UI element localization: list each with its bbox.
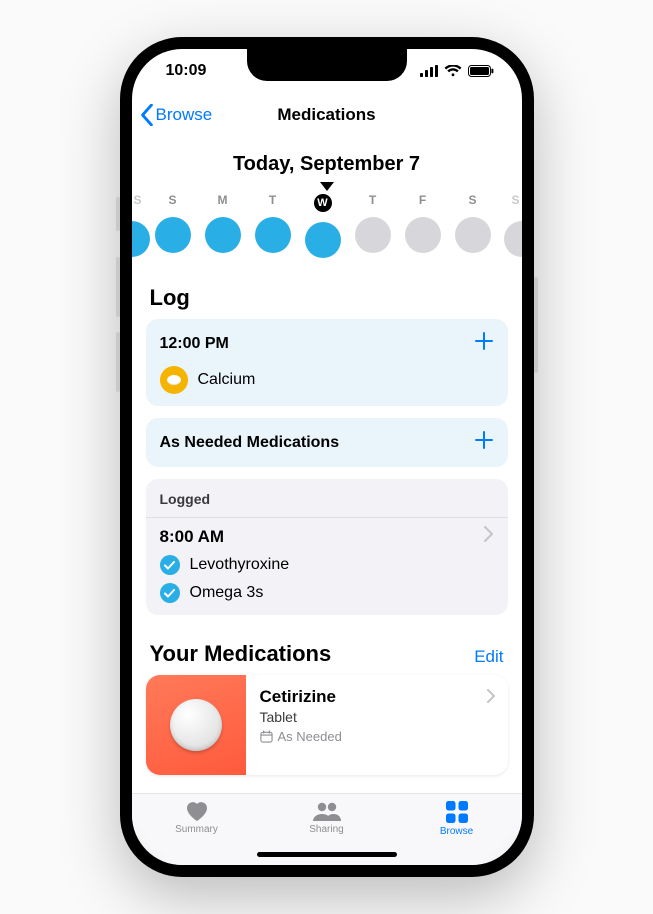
logged-card[interactable]: Logged 8:00 AM Levothyroxine [146,479,508,615]
logged-title: Logged [160,491,494,507]
day-tuesday[interactable]: T [250,193,296,253]
tab-browse[interactable]: Browse [412,800,502,837]
chevron-right-icon [484,526,494,547]
week-edge-left-label: S [134,193,142,207]
scheduled-item[interactable]: Calcium [160,366,494,394]
add-as-needed-button[interactable] [474,430,494,455]
heart-icon [184,800,210,822]
day-dot [455,217,491,253]
day-dot [405,217,441,253]
tab-sharing[interactable]: Sharing [282,800,372,835]
phone-frame: 10:09 Browse Medications Today, Septembe… [120,37,534,877]
logged-item-name: Omega 3s [190,584,264,602]
check-icon [160,555,180,575]
medication-frequency: As Needed [278,729,342,744]
plus-icon [474,331,494,351]
tab-label: Sharing [309,824,343,835]
check-icon [160,583,180,603]
logged-time: 8:00 AM [160,527,225,547]
scheduled-item-name: Calcium [198,371,256,389]
logged-item[interactable]: Levothyroxine [160,555,494,575]
medication-form: Tablet [260,709,498,725]
day-dot [205,217,241,253]
wifi-icon [444,65,462,77]
edit-button[interactable]: Edit [474,647,503,667]
notch [247,49,407,81]
volume-up-button [116,257,120,317]
day-monday[interactable]: M [200,193,246,253]
side-button [116,197,120,231]
people-icon [312,800,342,822]
status-icons [420,65,494,77]
week-edge-right-dot[interactable] [504,221,522,257]
nav-title: Medications [277,105,375,125]
day-sunday[interactable]: S [150,193,196,253]
status-time: 10:09 [166,62,207,80]
cellular-icon [420,65,438,77]
week-edge-left-dot[interactable] [132,221,150,257]
day-saturday[interactable]: S [450,193,496,253]
as-needed-card[interactable]: As Needed Medications [146,418,508,467]
day-label: S [150,193,196,207]
day-dot [255,217,291,253]
date-header: Today, September 7 [132,153,522,176]
week-scroller[interactable]: S S M T W [132,193,522,271]
grid-icon [445,800,469,824]
add-scheduled-button[interactable] [474,331,494,356]
content[interactable]: Today, September 7 S S M T [132,137,522,793]
chevron-left-icon [140,104,154,126]
day-label: S [450,193,496,207]
back-label: Browse [156,105,213,125]
medication-name: Cetirizine [260,687,498,707]
day-label: M [200,193,246,207]
screen: 10:09 Browse Medications Today, Septembe… [132,49,522,865]
week-edge-right-label: S [511,193,519,207]
divider [146,517,508,518]
home-indicator[interactable] [257,852,397,857]
logged-item[interactable]: Omega 3s [160,583,494,603]
power-button [534,277,538,373]
log-title: Log [132,271,522,319]
scheduled-time: 12:00 PM [160,335,229,353]
nav-bar: Browse Medications [132,93,522,137]
day-label-current: W [314,194,332,212]
day-thursday[interactable]: T [350,193,396,253]
back-button[interactable]: Browse [140,93,213,137]
your-meds-title: Your Medications [150,641,332,667]
tab-label: Summary [175,824,218,835]
day-label: T [250,193,296,207]
medication-image [146,675,246,775]
volume-down-button [116,332,120,392]
tab-summary[interactable]: Summary [152,800,242,835]
as-needed-title: As Needed Medications [160,434,340,452]
pill-icon [160,366,188,394]
caret-down-icon [320,182,334,191]
plus-icon [474,430,494,450]
day-label: F [400,193,446,207]
day-dot [155,217,191,253]
your-meds-header: Your Medications Edit [132,627,522,675]
day-label: T [350,193,396,207]
medication-card[interactable]: Cetirizine Tablet As Needed [146,675,508,775]
day-dot [355,217,391,253]
day-dot [305,222,341,258]
tab-label: Browse [440,826,473,837]
battery-icon [468,65,494,77]
calendar-icon [260,730,273,743]
day-friday[interactable]: F [400,193,446,253]
day-wednesday[interactable]: W [300,193,346,258]
tablet-icon [170,699,222,751]
chevron-right-icon [487,689,496,708]
scheduled-card[interactable]: 12:00 PM Calcium [146,319,508,406]
logged-item-name: Levothyroxine [190,556,290,574]
